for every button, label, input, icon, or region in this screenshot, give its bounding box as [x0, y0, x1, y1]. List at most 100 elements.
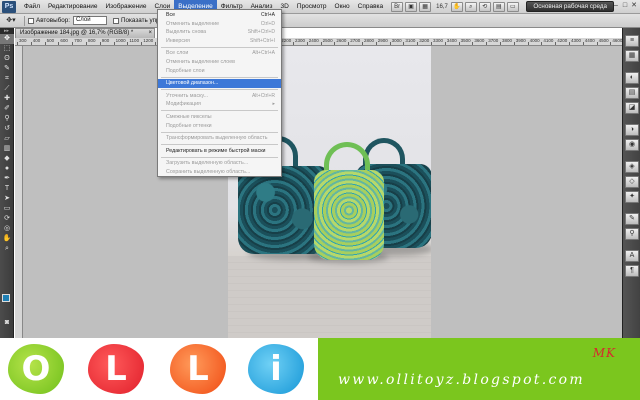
move-tool-icon[interactable]: ✥	[0, 34, 14, 44]
masks-panel-icon[interactable]: ◉	[625, 139, 639, 151]
menu-item-1-1[interactable]: Отменить выделение слоев	[158, 58, 281, 67]
autoselect-label: Автовыбор:	[36, 17, 70, 24]
dodge-tool-icon[interactable]: ●	[0, 164, 14, 174]
menu-item-shortcut: Ctrl+A	[260, 12, 275, 18]
healing-brush-tool-icon[interactable]: ✚	[0, 94, 14, 104]
adjustments-panel-icon[interactable]: ◑	[625, 124, 639, 136]
zoom-icon[interactable]: ⌕	[464, 1, 477, 12]
quick-select-tool-icon[interactable]: ✎	[0, 64, 14, 74]
clone-source-panel-icon[interactable]: ⚲	[625, 228, 639, 240]
menu-item-0-2[interactable]: Выделить снова Shift+Ctrl+D	[158, 28, 281, 37]
photoshop-logo-icon[interactable]: Ps	[2, 0, 16, 13]
watermark-banner: O L L i MK www.ollitoyz.blogspot.com	[0, 338, 640, 400]
menu-window[interactable]: Окно	[331, 0, 354, 13]
character-panel-icon[interactable]: A	[625, 250, 639, 262]
menu-item-4-1[interactable]: Подобные оттенки	[158, 122, 281, 131]
paths-panel-icon[interactable]: ✦	[625, 191, 639, 203]
lasso-tool-icon[interactable]: ʘ	[0, 54, 14, 64]
marquee-tool-icon[interactable]: ⬚	[0, 44, 14, 54]
menu-item-3-1[interactable]: Модификация ▸	[158, 100, 281, 109]
channels-panel-icon[interactable]: ◇	[625, 176, 639, 188]
logo-letter: O	[21, 349, 51, 389]
menu-separator	[161, 131, 278, 133]
layers-panel-icon[interactable]: ◈	[625, 161, 639, 173]
history-brush-tool-icon[interactable]: ↺	[0, 124, 14, 134]
ruler-tick	[58, 42, 60, 45]
menu-image[interactable]: Изображение	[102, 0, 151, 13]
ruler-tick	[155, 42, 156, 45]
menu-separator	[161, 110, 278, 112]
autoselect-checkbox[interactable]	[28, 17, 34, 24]
quick-mask-icon[interactable]: ◙	[0, 318, 14, 328]
menu-item-6-0[interactable]: Редактировать в режиме быстрой маски	[158, 147, 281, 156]
type-tool-icon[interactable]: T	[0, 184, 14, 194]
minimize-icon[interactable]: –	[612, 1, 620, 11]
menu-item-4-0[interactable]: Смежные пикселы	[158, 113, 281, 122]
vertical-ruler[interactable]	[15, 46, 23, 338]
logo-letter-o-blob: O	[8, 344, 64, 394]
color-panel-icon[interactable]: ◐	[625, 72, 639, 84]
clone-stamp-tool-icon[interactable]: ⚲	[0, 114, 14, 124]
brush-tool-icon[interactable]: ✐	[0, 104, 14, 114]
3d-rotate-tool-icon[interactable]: ⟳	[0, 214, 14, 224]
minibridge-icon[interactable]: ▣	[405, 1, 418, 12]
brush-panel-icon[interactable]: ✎	[625, 213, 639, 225]
document-tab[interactable]: Изображение 184.jpg @ 16,7% (RGB/8) * ×	[15, 28, 155, 38]
bridge-icon[interactable]: Br	[391, 1, 404, 12]
pen-tool-icon[interactable]: ✒	[0, 174, 14, 184]
menu-item-0-0[interactable]: Все Ctrl+A	[158, 11, 281, 20]
ruler-tick-label: 4500	[598, 38, 609, 43]
hand-tool-icon[interactable]: ✋	[0, 234, 14, 244]
eraser-tool-icon[interactable]: ▱	[0, 134, 14, 144]
shape-tool-icon[interactable]: ▭	[0, 204, 14, 214]
history-panel-icon[interactable]: ≡	[625, 35, 639, 47]
layer-select[interactable]: Слой	[72, 16, 107, 25]
ruler-tick	[541, 42, 543, 45]
menu-edit[interactable]: Редактирование	[44, 0, 102, 13]
ruler-tick	[486, 42, 488, 45]
blur-tool-icon[interactable]: ◆	[0, 154, 14, 164]
horizontal-ruler[interactable]: 3004005006007008009001000110012001300140…	[15, 38, 622, 46]
menu-item-1-2[interactable]: Подобные слои	[158, 67, 281, 76]
gradient-tool-icon[interactable]: ▥	[0, 144, 14, 154]
screen-mode-icon[interactable]: ▭	[506, 1, 519, 12]
menu-item-shortcut: Ctrl+D	[260, 20, 275, 27]
close-document-icon[interactable]: ×	[148, 29, 152, 38]
menu-item-label: Смежные пикселы	[166, 113, 212, 120]
maximize-icon[interactable]: □	[621, 1, 629, 11]
path-select-tool-icon[interactable]: ➤	[0, 194, 14, 204]
menu-item-1-0[interactable]: Все слои Alt+Ctrl+A	[158, 49, 281, 58]
menu-item-7-1[interactable]: Сохранить выделенную область...	[158, 168, 281, 177]
move-tool-icon[interactable]: ✥▾	[4, 16, 18, 26]
rotate-view-icon[interactable]: ⟲	[478, 1, 491, 12]
select-menu-dropdown: Все Ctrl+A Отменить выделение Ctrl+D Выделит…	[157, 9, 282, 177]
ruler-tick-label: 2900	[377, 38, 388, 43]
menu-item-5-0[interactable]: Трансформировать выделенную область	[158, 134, 281, 143]
menu-item-0-3[interactable]: Инверсия Shift+Ctrl+I	[158, 37, 281, 46]
menu-item-3-0[interactable]: Уточнить маску... Alt+Ctrl+R	[158, 92, 281, 101]
ruler-tick-label: 3100	[405, 38, 416, 43]
menu-item-7-0[interactable]: Загрузить выделенную область...	[158, 159, 281, 168]
guides-icon[interactable]: ▦	[419, 1, 432, 12]
eyedropper-tool-icon[interactable]: ⟋	[0, 84, 14, 94]
zoom-level[interactable]: 16,7	[433, 4, 451, 10]
hand-icon[interactable]: ✋	[450, 1, 463, 12]
menu-item-0-1[interactable]: Отменить выделение Ctrl+D	[158, 20, 281, 29]
3d-orbit-tool-icon[interactable]: ◎	[0, 224, 14, 234]
close-icon[interactable]: ✕	[630, 1, 638, 11]
paragraph-panel-icon[interactable]: ¶	[625, 265, 639, 277]
zoom-tool-icon[interactable]: ⌕	[0, 244, 14, 254]
menu-help[interactable]: Справка	[354, 0, 388, 13]
arrange-documents-icon[interactable]: ▤	[492, 1, 505, 12]
logo-letter-i-blob: i	[248, 344, 304, 394]
swatches-panel-icon[interactable]: ▤	[625, 87, 639, 99]
navigator-panel-icon[interactable]: ▦	[625, 50, 639, 62]
styles-panel-icon[interactable]: ◪	[625, 102, 639, 114]
crop-tool-icon[interactable]: ⌗	[0, 74, 14, 84]
workspace-switcher-button[interactable]: Основная рабочая среда	[526, 1, 614, 12]
show-controls-checkbox[interactable]	[112, 17, 119, 24]
menu-file[interactable]: Файл	[20, 0, 44, 13]
menu-view[interactable]: Просмотр	[293, 0, 331, 13]
foreground-color-swatch[interactable]	[2, 294, 10, 302]
menu-item-2-0[interactable]: Цветовой диапазон...	[158, 79, 281, 88]
